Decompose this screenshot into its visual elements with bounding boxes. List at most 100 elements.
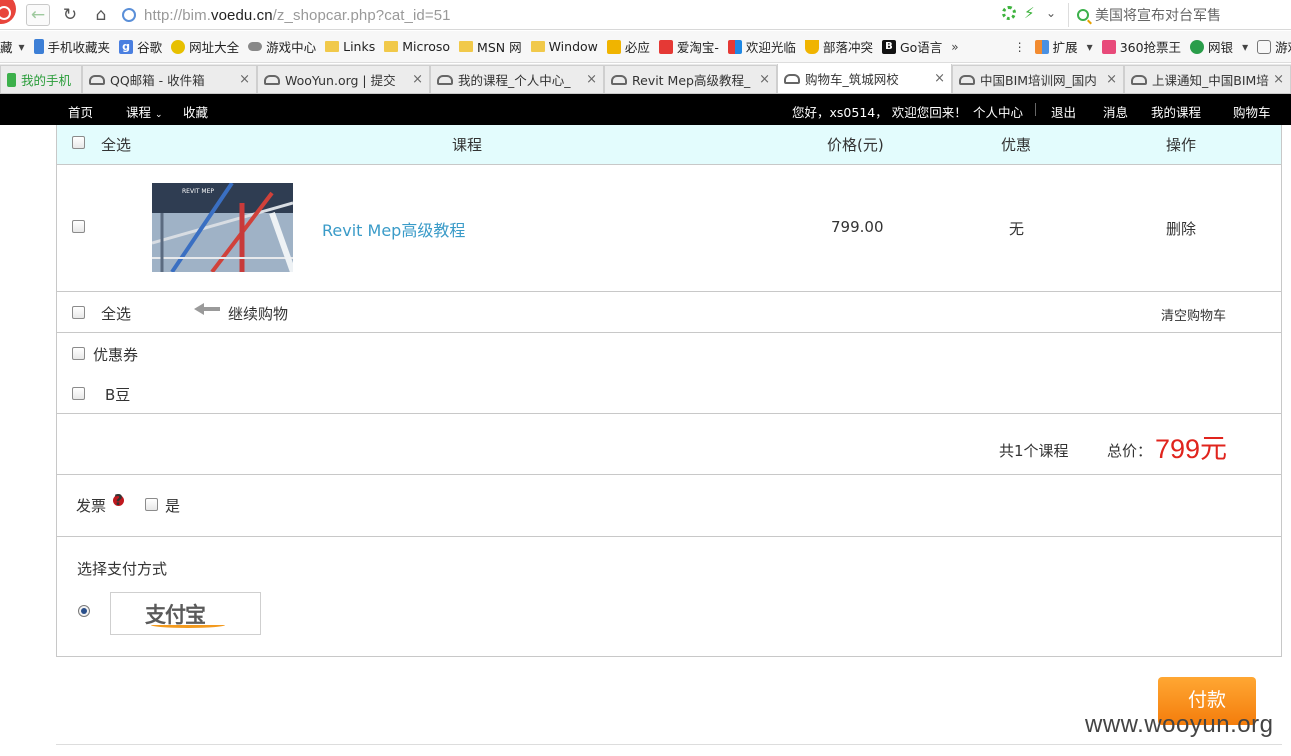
bookmark-item[interactable]: Window xyxy=(530,39,598,54)
total-section: 共1个课程 总价： 799元 xyxy=(57,414,1281,475)
close-icon[interactable]: × xyxy=(934,71,945,86)
item-discount: 无 xyxy=(1009,220,1025,238)
clear-cart-link[interactable]: 清空购物车 xyxy=(1161,305,1226,324)
bookmark-item[interactable]: 部落冲突 xyxy=(804,37,873,56)
tab-revit-mep[interactable]: Revit Mep高级教程_ × xyxy=(604,65,777,93)
b-beans-label: B豆 xyxy=(105,386,131,404)
nav-personal-center[interactable]: 个人中心 xyxy=(973,102,1023,121)
back-button[interactable]: ← xyxy=(26,4,50,26)
page-icon xyxy=(89,74,105,85)
close-icon[interactable]: × xyxy=(586,72,597,87)
bookmark-item[interactable]: 手机收藏夹 xyxy=(33,37,110,56)
bookmark-item[interactable]: 游戏中心 xyxy=(248,37,316,56)
extensions-menu[interactable]: 扩展 xyxy=(1034,37,1078,56)
close-icon[interactable]: × xyxy=(412,72,423,87)
page-icon xyxy=(264,74,280,85)
bank-dropdown-icon[interactable]: ▾ xyxy=(1242,40,1248,54)
payment-section: 选择支付方式 支付宝 xyxy=(57,537,1281,657)
tab-class-notice[interactable]: 上课通知_中国BIM培 × xyxy=(1124,65,1291,93)
invoice-yes-label: 是 xyxy=(165,497,181,515)
go-icon: B xyxy=(881,39,896,54)
tab-strip: 我的手机 QQ邮箱 - 收件箱 × WooYun.org | 提交 × 我的课程… xyxy=(0,64,1291,94)
b-beans-checkbox[interactable] xyxy=(72,387,85,400)
folder-icon xyxy=(459,41,474,52)
course-title-link[interactable]: Revit Mep高级教程 xyxy=(322,217,465,241)
delete-button[interactable]: 删除 xyxy=(1166,218,1196,239)
extensions-dropdown-icon[interactable]: ▾ xyxy=(1087,40,1093,54)
tab-qq-mail[interactable]: QQ邮箱 - 收件箱 × xyxy=(82,65,257,93)
nav-my-courses[interactable]: 我的课程 xyxy=(1151,102,1201,121)
course-thumbnail-image: REVIT MEP xyxy=(152,183,293,272)
cart-actions-row: 全选 继续购物 清空购物车 xyxy=(57,292,1281,333)
alipay-swoosh-icon xyxy=(151,622,225,628)
reload-button[interactable]: ↻ xyxy=(58,4,82,26)
bookmark-item[interactable]: 藏 xyxy=(0,37,13,56)
bookmark-item[interactable]: Links xyxy=(325,39,375,54)
select-all-bottom-checkbox[interactable] xyxy=(72,306,85,319)
payment-title: 选择支付方式 xyxy=(77,560,168,578)
column-discount: 优惠 xyxy=(1001,136,1032,154)
bookmark-item[interactable]: 爱淘宝- xyxy=(658,37,719,56)
lightning-icon[interactable]: ⚡ xyxy=(1024,6,1036,22)
bookmarks-bar: 藏 ▾ 手机收藏夹 g 谷歌 网址大全 游戏中心 Links Microso MS… xyxy=(0,31,1291,63)
bookmark-item[interactable]: 网址大全 xyxy=(171,37,239,56)
search-text: 美国将宣布对台军售 xyxy=(1095,8,1221,24)
more-bookmarks-icon[interactable]: » xyxy=(951,40,958,54)
tab-my-courses[interactable]: 我的课程_个人中心_ × xyxy=(430,65,604,93)
alipay-option[interactable]: 支付宝 xyxy=(110,592,261,635)
bookmark-item[interactable]: 网银 xyxy=(1190,37,1233,56)
url-dropdown-icon[interactable]: ⌄ xyxy=(1046,6,1056,20)
bookmark-item[interactable]: g 谷歌 xyxy=(119,37,162,56)
page-icon xyxy=(611,74,627,85)
help-icon[interactable]: ? xyxy=(113,493,124,508)
speed-mode-icon[interactable] xyxy=(1002,6,1016,20)
folder-icon xyxy=(325,41,340,52)
coupon-checkbox[interactable] xyxy=(72,347,85,360)
close-icon[interactable]: × xyxy=(239,72,250,87)
nav-logout[interactable]: 退出 xyxy=(1051,102,1076,121)
page-icon xyxy=(1131,74,1147,85)
bookmarks-dropdown-icon[interactable]: ▾ xyxy=(19,40,25,54)
search-input[interactable]: 美国将宣布对台军售 xyxy=(1068,3,1291,27)
url-path: /z_shopcar.php?cat_id=51 xyxy=(272,6,451,24)
nav-favorites[interactable]: 收藏 xyxy=(183,102,208,121)
bookmark-item[interactable]: Microso xyxy=(384,39,450,54)
alipay-radio[interactable] xyxy=(78,605,90,617)
continue-shopping-link[interactable]: 继续购物 xyxy=(228,303,288,324)
watermark: www.wooyun.org xyxy=(1085,711,1274,738)
url-input[interactable]: http://bim.voedu.cn/z_shopcar.php?cat_id… xyxy=(118,3,1068,27)
address-bar: ← ↻ ⌂ http://bim.voedu.cn/z_shopcar.php?… xyxy=(0,0,1291,30)
nav-messages[interactable]: 消息 xyxy=(1103,102,1128,121)
url-text[interactable]: http://bim.voedu.cn/z_shopcar.php?cat_id… xyxy=(144,7,451,24)
bookmark-item[interactable]: B Go语言 xyxy=(881,37,942,56)
invoice-checkbox[interactable] xyxy=(145,498,158,511)
page-icon xyxy=(437,74,453,85)
tab-china-bim[interactable]: 中国BIM培训网_国内 × xyxy=(952,65,1124,93)
nav-home[interactable]: 首页 xyxy=(68,102,93,121)
close-icon[interactable]: × xyxy=(759,72,770,87)
nav-cart[interactable]: 购物车 xyxy=(1233,102,1271,121)
select-all-checkbox[interactable] xyxy=(72,136,85,149)
phone-icon xyxy=(33,39,44,54)
close-icon[interactable]: × xyxy=(1273,72,1284,87)
close-icon[interactable]: × xyxy=(1106,72,1117,87)
bookmark-item[interactable]: 欢迎光临 xyxy=(727,37,796,56)
course-thumbnail[interactable]: REVIT MEP xyxy=(152,183,293,272)
tab-shopping-cart[interactable]: 购物车_筑城网校 × xyxy=(777,64,952,93)
bookmark-item[interactable]: 360抢票王 xyxy=(1101,37,1181,56)
item-checkbox[interactable] xyxy=(72,220,85,233)
cart-item-row: REVIT MEP Revit Mep高级教程 799.00 无 删除 xyxy=(57,165,1281,292)
nav-courses[interactable]: 课程 ⌄ xyxy=(126,102,163,121)
bookmark-item[interactable]: 游戏 xyxy=(1257,37,1291,56)
taobao-icon xyxy=(658,39,673,54)
arrow-left-icon[interactable] xyxy=(194,303,220,315)
thumbnail-caption: REVIT MEP xyxy=(182,188,214,195)
home-button[interactable]: ⌂ xyxy=(89,4,113,26)
url-icons: ⚡ xyxy=(1002,6,1036,22)
bookmark-item[interactable]: 必应 xyxy=(606,37,650,56)
tab-my-phone[interactable]: 我的手机 xyxy=(0,65,82,93)
site-nav: 首页 课程 ⌄ 收藏 您好，xs0514， 欢迎您回来！ 个人中心 退出 消息 我… xyxy=(0,94,1291,125)
bookmark-item[interactable]: MSN 网 xyxy=(459,37,522,56)
browser-logo-icon[interactable] xyxy=(0,0,16,24)
tab-wooyun[interactable]: WooYun.org | 提交 × xyxy=(257,65,430,93)
